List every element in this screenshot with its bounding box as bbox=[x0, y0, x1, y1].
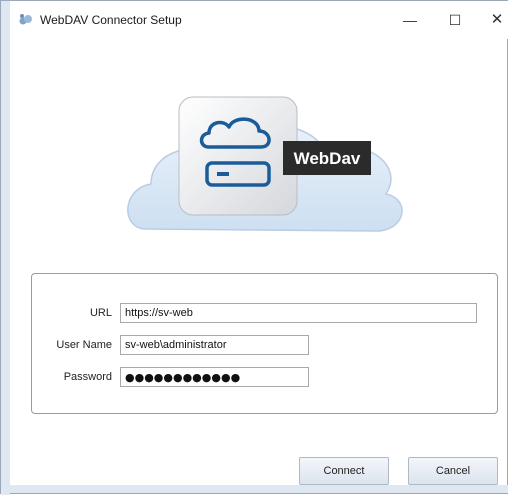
connection-form: URL User Name Password bbox=[31, 273, 498, 414]
bottom-accent-strip bbox=[1, 485, 508, 493]
setup-window: WebDAV Connector Setup — ☐ ✕ WebDav URL … bbox=[0, 0, 508, 495]
window-title: WebDAV Connector Setup bbox=[40, 13, 182, 27]
password-field[interactable] bbox=[120, 367, 309, 387]
url-label: URL bbox=[89, 307, 112, 319]
app-icon bbox=[19, 14, 32, 25]
close-button[interactable]: ✕ bbox=[480, 7, 508, 33]
connect-button[interactable]: Connect bbox=[299, 457, 389, 485]
cloud-server-icon: WebDav bbox=[127, 96, 403, 232]
minimize-button[interactable]: — bbox=[393, 7, 427, 33]
password-label: Password bbox=[63, 371, 112, 383]
cancel-button[interactable]: Cancel bbox=[408, 457, 498, 485]
username-label: User Name bbox=[56, 339, 112, 351]
left-accent-strip bbox=[1, 1, 10, 495]
username-field[interactable] bbox=[120, 335, 309, 355]
maximize-button[interactable]: ☐ bbox=[438, 7, 472, 33]
url-field[interactable] bbox=[120, 303, 477, 323]
webdav-badge-text: WebDav bbox=[294, 149, 361, 168]
title-bar[interactable]: WebDAV Connector Setup — ☐ ✕ bbox=[10, 1, 508, 39]
